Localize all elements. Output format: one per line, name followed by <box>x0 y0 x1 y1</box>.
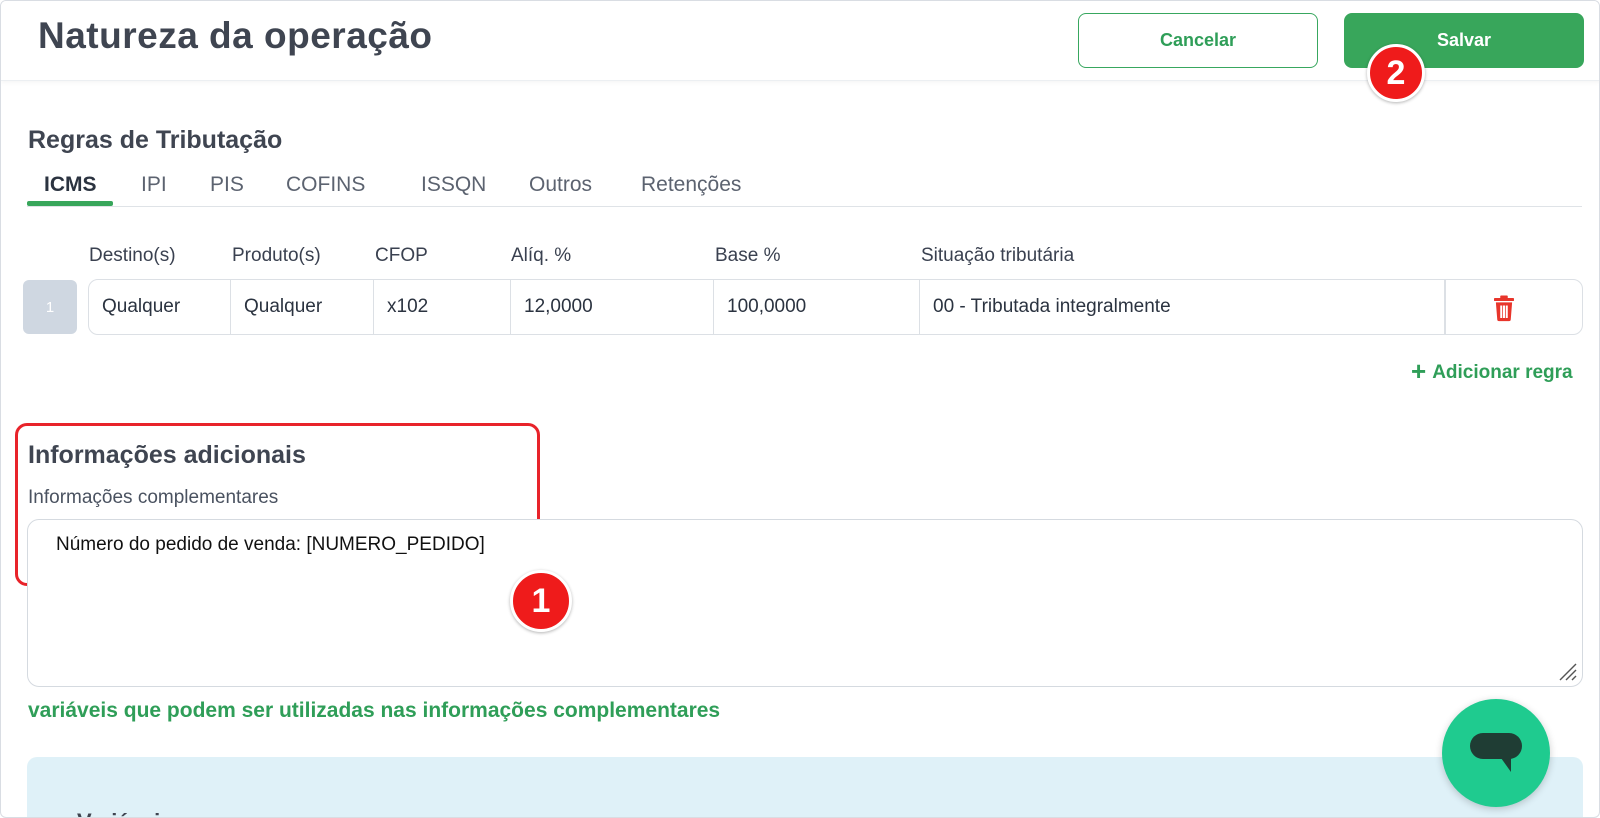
tab-icms[interactable]: ICMS <box>44 173 97 197</box>
base-cell[interactable]: 100,0000 <box>714 280 920 334</box>
column-header-cfop: CFOP <box>375 245 428 266</box>
resize-grip-icon[interactable] <box>1556 660 1578 682</box>
complementary-info-label: Informações complementares <box>28 487 279 508</box>
tax-tabs: ICMS IPI PIS COFINS ISSQN Outros Retençõ… <box>27 169 1582 207</box>
taxation-section-title: Regras de Tributação <box>28 126 283 154</box>
variables-panel-title: Variáveis <box>77 809 172 817</box>
step-marker-2: 2 <box>1367 44 1425 102</box>
tab-outros[interactable]: Outros <box>529 173 592 197</box>
tab-retencoes[interactable]: Retenções <box>641 173 741 197</box>
cancel-button[interactable]: Cancelar <box>1078 13 1318 68</box>
table-row: Qualquer Qualquer x102 12,0000 100,0000 … <box>88 279 1583 335</box>
column-header-destino: Destino(s) <box>89 245 176 266</box>
variables-link[interactable]: variáveis que podem ser utilizadas nas i… <box>28 699 720 723</box>
cfop-cell[interactable]: x102 <box>374 280 511 334</box>
tab-ipi[interactable]: IPI <box>141 173 167 197</box>
additional-info-title: Informações adicionais <box>28 441 306 469</box>
produto-cell[interactable]: Qualquer <box>231 280 374 334</box>
app-window: Natureza da operação Cancelar Salvar 2 R… <box>0 0 1600 818</box>
page-title: Natureza da operação <box>38 15 433 56</box>
tab-issqn[interactable]: ISSQN <box>421 173 486 197</box>
tab-pis[interactable]: PIS <box>210 173 244 197</box>
destino-cell[interactable]: Qualquer <box>89 280 231 334</box>
active-tab-indicator <box>27 201 113 206</box>
aliquota-cell[interactable]: 12,0000 <box>511 280 714 334</box>
column-header-produto: Produto(s) <box>232 245 321 266</box>
situacao-cell[interactable]: 00 - Tributada integralmente <box>920 280 1445 334</box>
complementary-info-textarea[interactable]: Número do pedido de venda: [NUMERO_PEDID… <box>27 519 1583 687</box>
rule-row-index: 1 <box>23 280 77 334</box>
column-header-base: Base % <box>715 245 781 266</box>
trash-icon[interactable] <box>1489 293 1519 323</box>
column-header-situacao: Situação tributária <box>921 245 1075 266</box>
chat-icon <box>1470 733 1522 772</box>
variables-panel: Variáveis <box>27 757 1583 817</box>
column-header-aliquota: Alíq. % <box>511 245 572 266</box>
plus-icon: + <box>1411 356 1427 386</box>
top-bar: Natureza da operação Cancelar Salvar <box>1 1 1599 81</box>
chat-button[interactable] <box>1442 699 1550 807</box>
complementary-info-value: Número do pedido de venda: [NUMERO_PEDID… <box>56 534 485 555</box>
step-marker-1: 1 <box>510 570 572 632</box>
tab-cofins[interactable]: COFINS <box>286 173 365 197</box>
add-rule-button[interactable]: + Adicionar regra <box>1411 356 1573 387</box>
add-rule-label: Adicionar regra <box>1432 362 1573 383</box>
